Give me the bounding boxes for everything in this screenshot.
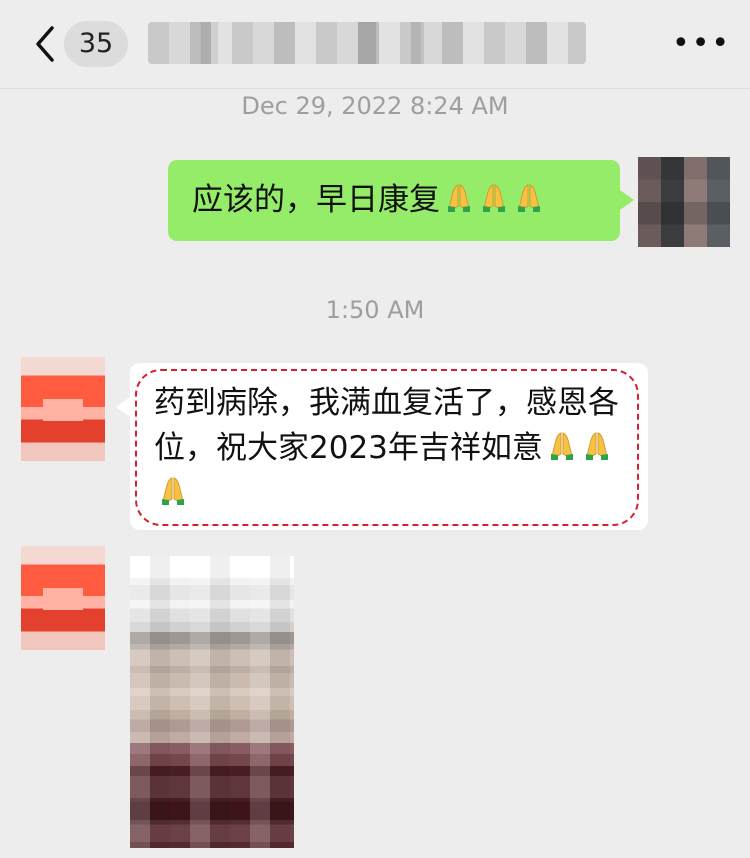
- folded-hands-icon: [513, 182, 545, 214]
- contact-avatar[interactable]: [21, 546, 105, 650]
- unread-count-badge[interactable]: 35: [64, 21, 128, 67]
- my-avatar[interactable]: [638, 157, 730, 247]
- message-text-wrapper: 药到病除，我满血复活了，感恩各位，祝大家2023年吉祥如意: [154, 381, 634, 516]
- chat-header: 35 •••: [0, 0, 750, 89]
- back-chevron-icon[interactable]: [26, 22, 66, 66]
- image-message-thumbnail[interactable]: [130, 556, 294, 848]
- more-options-button[interactable]: •••: [672, 29, 729, 59]
- folded-hands-icon: [546, 430, 578, 462]
- message-text: 应该的，早日康复: [192, 182, 440, 218]
- folded-hands-icon: [157, 475, 189, 507]
- chat-title-redacted: [148, 22, 586, 64]
- outgoing-message-bubble[interactable]: 应该的，早日康复: [168, 160, 634, 241]
- timestamp: Dec 29, 2022 8:24 AM: [241, 92, 509, 120]
- contact-avatar[interactable]: [21, 357, 105, 461]
- timestamp: 1:50 AM: [325, 296, 425, 324]
- folded-hands-icon: [478, 182, 510, 214]
- incoming-message-bubble[interactable]: 药到病除，我满血复活了，感恩各位，祝大家2023年吉祥如意: [116, 363, 648, 530]
- folded-hands-icon: [443, 182, 475, 214]
- folded-hands-icon: [581, 430, 613, 462]
